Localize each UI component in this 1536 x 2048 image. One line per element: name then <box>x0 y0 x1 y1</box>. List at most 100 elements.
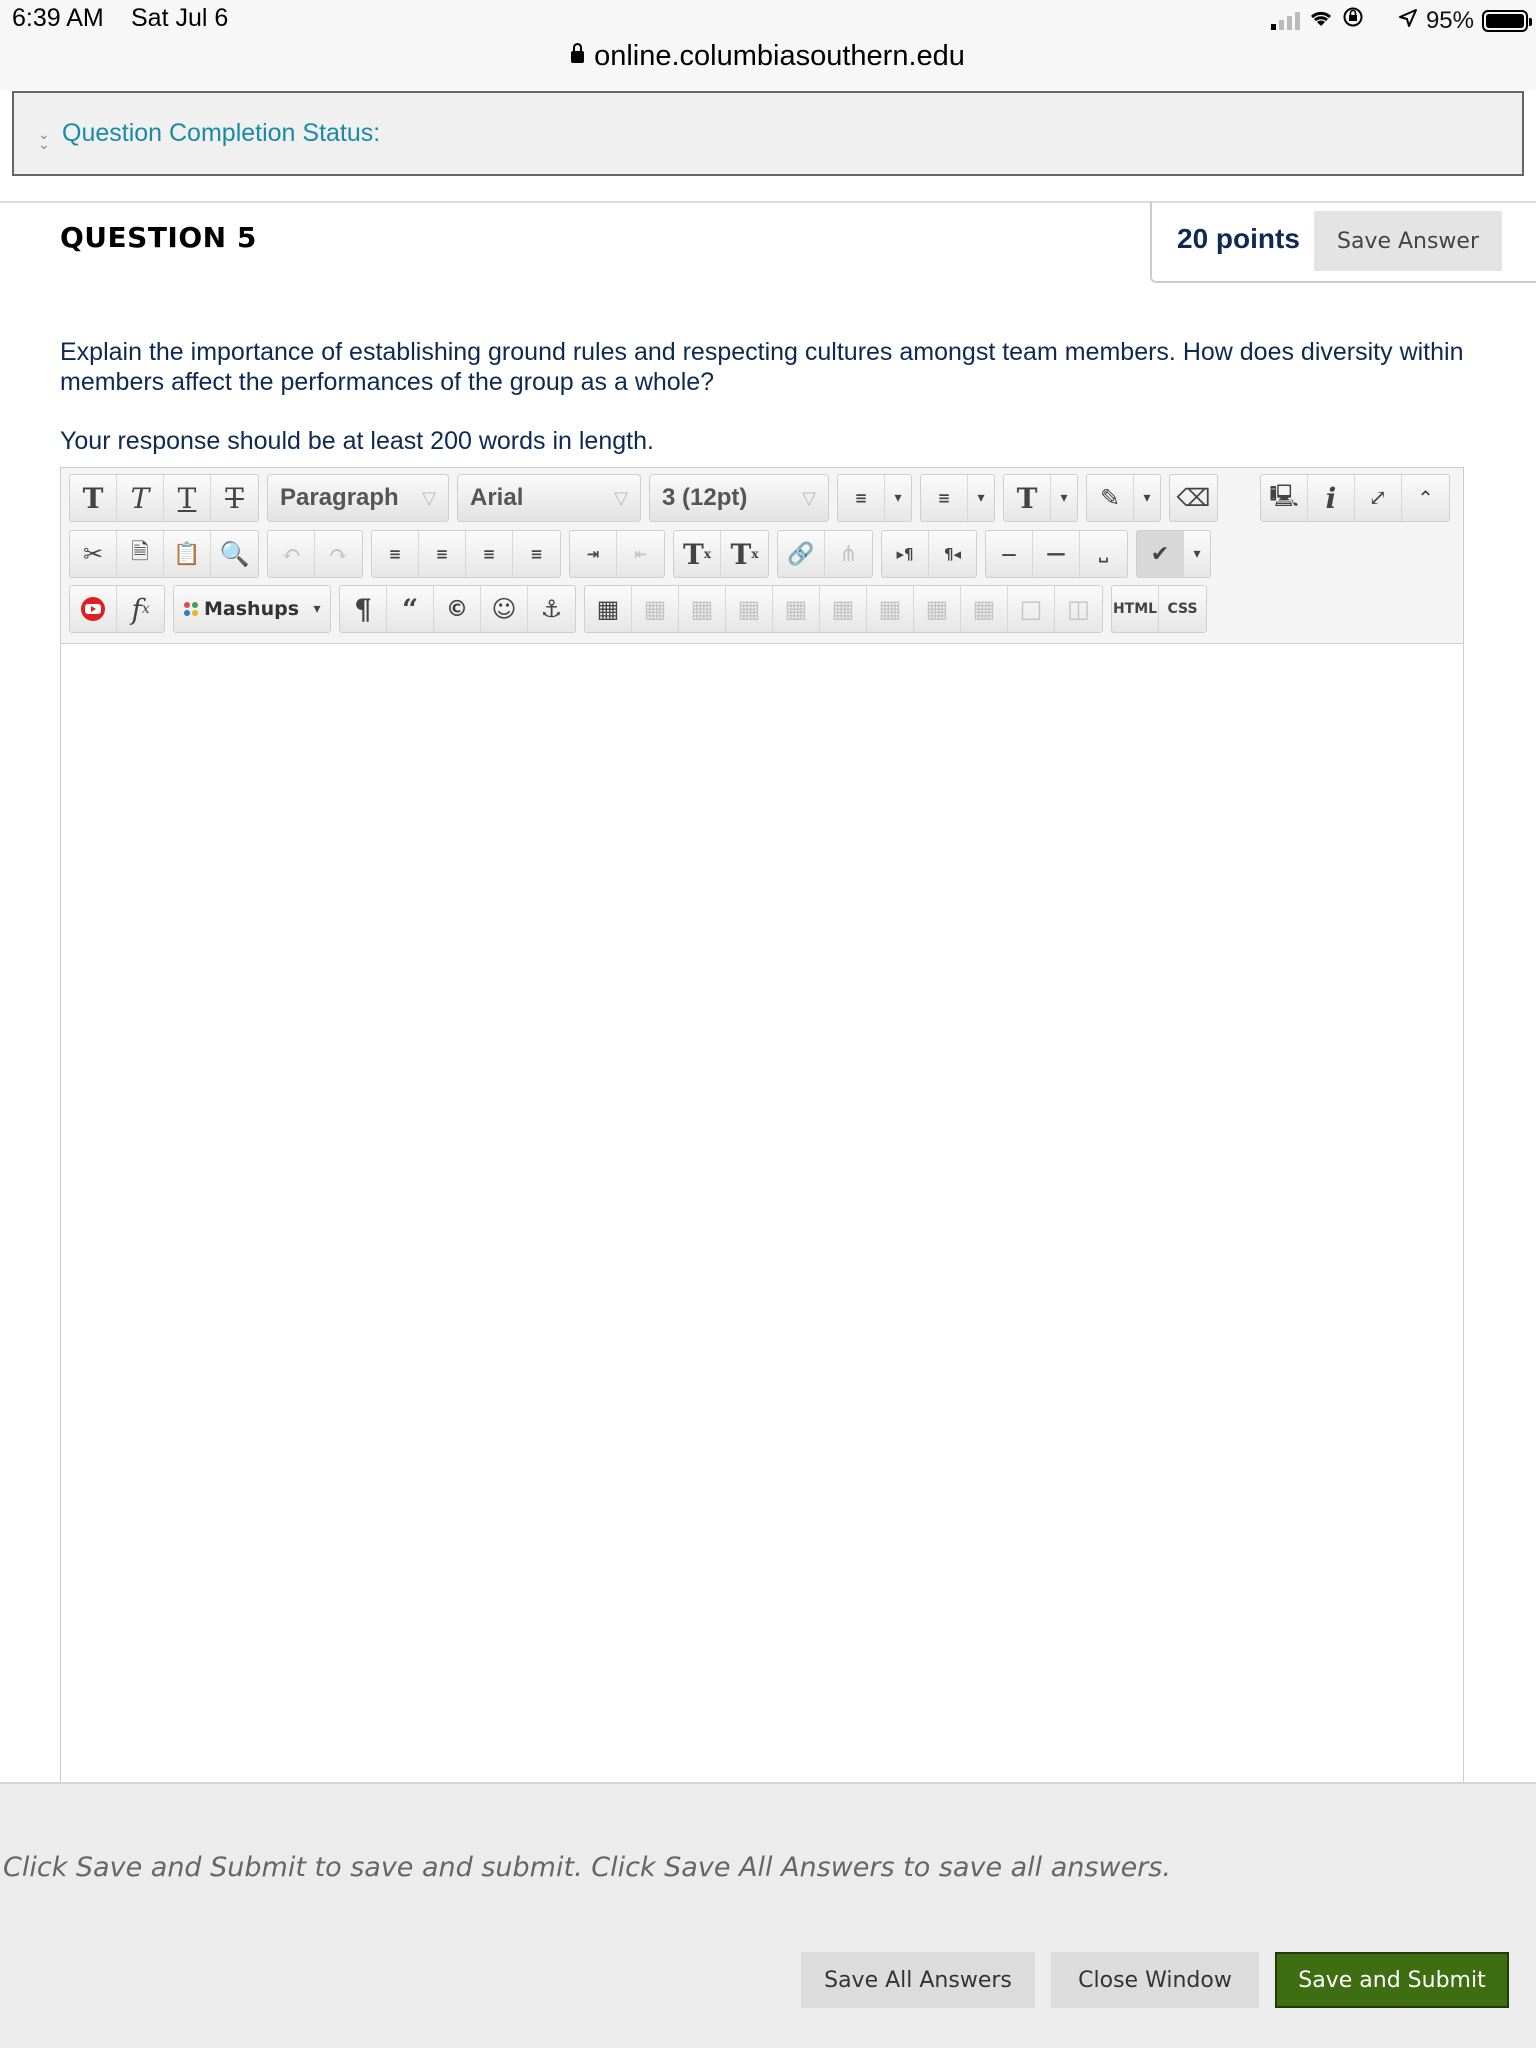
info-icon[interactable]: i <box>1308 475 1355 521</box>
html-source-button[interactable]: HTML <box>1112 586 1159 632</box>
copy-icon[interactable]: 🗎 <box>117 531 164 577</box>
divider <box>0 201 1152 203</box>
link-icon[interactable]: 🔗 <box>778 531 825 577</box>
location-arrow-icon <box>1398 7 1418 35</box>
ltr-direction-icon[interactable]: ▸¶ <box>882 531 929 577</box>
paragraph-format-value: Paragraph <box>280 484 399 511</box>
dropdown-arrow-icon[interactable]: ▾ <box>304 586 330 632</box>
save-all-answers-button[interactable]: Save All Answers <box>801 1952 1035 2008</box>
underline-icon[interactable]: T <box>164 475 211 521</box>
anchor-icon[interactable]: ⚓ <box>528 586 575 632</box>
table-insert-icon[interactable]: ▦ <box>585 586 632 632</box>
dropdown-arrow-icon[interactable]: ▾ <box>885 475 911 521</box>
bullet-list-icon[interactable]: ≡ <box>838 475 885 521</box>
outdent-icon[interactable]: ⇤ <box>617 531 664 577</box>
cut-icon[interactable]: ✂ <box>70 531 117 577</box>
pilcrow-icon[interactable]: ¶ <box>340 586 387 632</box>
table-row-before-icon[interactable]: ▦ <box>632 586 679 632</box>
table-col-before-icon[interactable]: ▦ <box>773 586 820 632</box>
table-row-after-icon[interactable]: ▦ <box>679 586 726 632</box>
table-merge-icon[interactable]: ▦ <box>961 586 1008 632</box>
status-date: Sat Jul 6 <box>131 4 229 32</box>
italic-icon[interactable]: T <box>117 475 164 521</box>
align-center-icon[interactable]: ≡ <box>419 531 466 577</box>
paragraph-format-select[interactable]: Paragraph ▽ <box>267 474 449 522</box>
table-cell-props-icon[interactable]: ▦ <box>914 586 961 632</box>
paste-icon[interactable]: 📋 <box>164 531 211 577</box>
thick-rule-icon[interactable]: ─ <box>1033 531 1080 577</box>
redo-icon[interactable]: ↷ <box>315 531 362 577</box>
table-split-icon[interactable]: □ <box>1008 586 1055 632</box>
editor-toolbar: T T T T Paragraph ▽ Arial ▽ 3 (12pt) ▽ ≡ ▾ … <box>61 468 1463 644</box>
horizontal-rule-icon[interactable]: — <box>986 531 1033 577</box>
table-row-delete-icon[interactable]: ▦ <box>726 586 773 632</box>
table-split-cols-icon[interactable]: ◫ <box>1055 586 1102 632</box>
wifi-icon <box>1308 8 1334 34</box>
unlink-icon[interactable]: ⋔ <box>825 531 872 577</box>
youtube-icon[interactable] <box>70 586 117 632</box>
dropdown-arrow-icon[interactable]: ▾ <box>1051 475 1077 521</box>
status-indicators: 95% <box>1270 6 1532 35</box>
indent-icon[interactable]: ⇥ <box>570 531 617 577</box>
nonbreaking-space-icon[interactable]: ␣ <box>1080 531 1127 577</box>
mashups-menu[interactable]: Mashups <box>174 586 304 632</box>
numbered-list-icon[interactable]: ≡ <box>921 475 968 521</box>
bold-icon[interactable]: T <box>70 475 117 521</box>
highlighter-icon[interactable]: ✎ <box>1087 475 1134 521</box>
save-answer-button[interactable]: Save Answer <box>1314 211 1502 271</box>
fullscreen-icon[interactable]: ⤢ <box>1355 475 1402 521</box>
align-right-icon[interactable]: ≡ <box>466 531 513 577</box>
question-title: QUESTION 5 <box>60 221 257 254</box>
text-color-icon[interactable]: T <box>1004 475 1051 521</box>
orientation-lock-icon <box>1342 6 1364 35</box>
dropdown-arrow-icon[interactable]: ▾ <box>1134 475 1160 521</box>
math-formula-icon[interactable]: fx <box>117 586 164 632</box>
url-text: online.columbiasouthern.edu <box>594 40 965 72</box>
font-family-select[interactable]: Arial ▽ <box>457 474 641 522</box>
double-chevron-down-icon[interactable]: ⌄ ⌄ <box>38 127 50 151</box>
question-text: Explain the importance of establishing g… <box>60 338 1464 396</box>
editor-content-area[interactable] <box>61 645 1463 1785</box>
lock-icon <box>571 43 585 63</box>
mashups-label: Mashups <box>204 598 299 620</box>
points-panel: 20 points Save Answer <box>1150 201 1536 283</box>
save-and-submit-button[interactable]: Save and Submit <box>1275 1952 1509 2008</box>
question-points: 20 points <box>1177 223 1300 254</box>
preview-monitor-icon[interactable]: 🖳 <box>1261 475 1308 521</box>
status-time: 6:39 AM <box>12 4 104 32</box>
copyright-icon[interactable]: © <box>434 586 481 632</box>
dropdown-arrow-icon[interactable]: ▾ <box>968 475 994 521</box>
completion-status-link[interactable]: Question Completion Status: <box>62 119 380 148</box>
subscript-icon[interactable]: Tx <box>721 531 768 577</box>
rtl-direction-icon[interactable]: ¶◂ <box>929 531 976 577</box>
dropdown-arrow-icon[interactable]: ▾ <box>1184 531 1210 577</box>
close-window-button[interactable]: Close Window <box>1051 1952 1259 2008</box>
address-bar[interactable]: online.columbiasouthern.edu <box>0 40 1536 73</box>
font-size-select[interactable]: 3 (12pt) ▽ <box>649 474 829 522</box>
table-col-after-icon[interactable]: ▦ <box>820 586 867 632</box>
submission-footer: Click Save and Submit to save and submit… <box>0 1782 1536 2048</box>
font-family-value: Arial <box>470 484 524 511</box>
undo-icon[interactable]: ↶ <box>268 531 315 577</box>
align-left-icon[interactable]: ≡ <box>372 531 419 577</box>
strikethrough-icon[interactable]: T <box>211 475 258 521</box>
footer-message: Click Save and Submit to save and submit… <box>3 1852 1171 1883</box>
css-editor-button[interactable]: CSS <box>1159 586 1206 632</box>
find-icon[interactable]: 🔍 <box>211 531 258 577</box>
blockquote-icon[interactable]: “ <box>387 586 434 632</box>
chevron-down-icon: ▽ <box>802 487 816 509</box>
superscript-icon[interactable]: Tx <box>674 531 721 577</box>
ios-status-bar: 6:39 AM Sat Jul 6 95% online.columbiasou… <box>0 0 1536 90</box>
mashups-icon <box>184 602 198 616</box>
battery-percent: 95% <box>1425 6 1474 34</box>
emoticon-icon[interactable]: ☺ <box>481 586 528 632</box>
table-col-delete-icon[interactable]: ▦ <box>867 586 914 632</box>
battery-icon <box>1482 9 1532 32</box>
align-justify-icon[interactable]: ≡ <box>513 531 560 577</box>
eraser-icon[interactable]: ⌫ <box>1170 475 1217 521</box>
question-instruction: Your response should be at least 200 wor… <box>60 427 654 455</box>
rich-text-editor: T T T T Paragraph ▽ Arial ▽ 3 (12pt) ▽ ≡ ▾ … <box>60 467 1464 1787</box>
collapse-toolbar-icon[interactable]: ⌃ <box>1402 475 1449 521</box>
spellcheck-icon[interactable]: ✔ <box>1137 531 1184 577</box>
chevron-down-icon: ▽ <box>614 487 628 509</box>
